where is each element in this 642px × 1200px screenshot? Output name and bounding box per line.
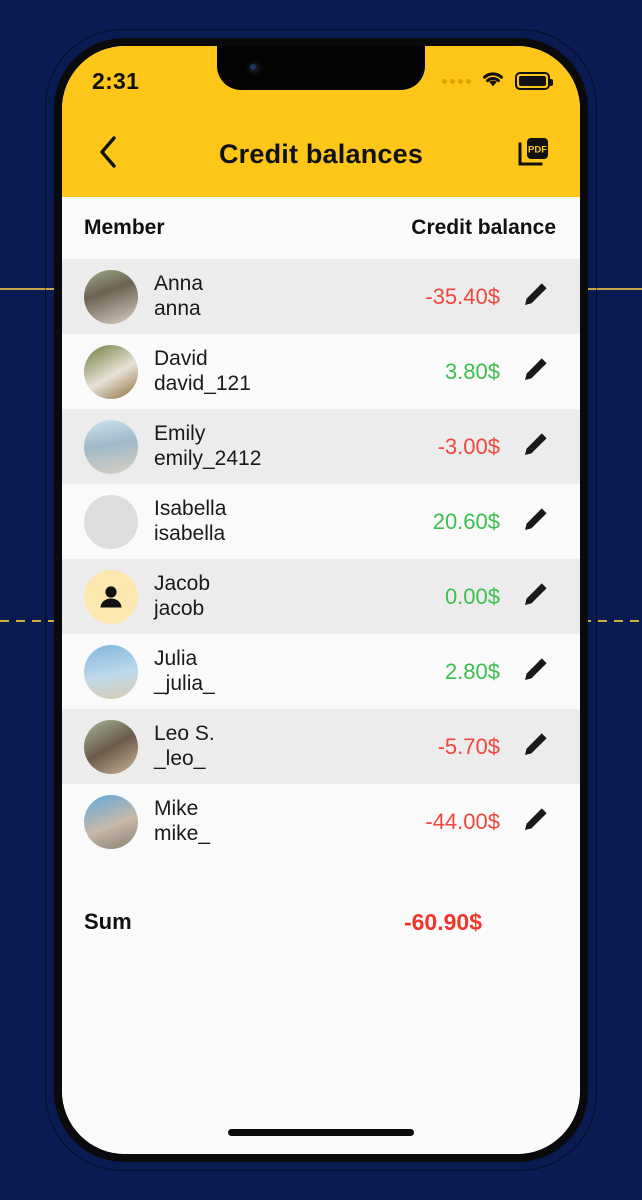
avatar <box>84 719 138 774</box>
table-row[interactable]: Jacob jacob 0.00$ <box>62 559 580 634</box>
table-row[interactable]: David david_121 3.80$ <box>62 334 580 409</box>
front-camera-icon <box>247 61 261 75</box>
member-username: _leo_ <box>154 746 206 770</box>
member-names: Anna anna <box>154 272 203 322</box>
page-title: Credit balances <box>218 139 424 169</box>
phone-screen: 2:31 Credit balances PDF Member Credit b… <box>62 46 580 1154</box>
member-username: emily_2412 <box>154 446 262 470</box>
table-row[interactable]: Julia _julia_ 2.80$ <box>62 634 580 709</box>
member-names: Isabella isabella <box>154 497 226 547</box>
sum-row: Sum -60.90$ <box>62 883 580 961</box>
member-username: anna <box>154 296 201 320</box>
status-bar-indicators <box>442 69 553 93</box>
display-notch <box>217 46 425 90</box>
credit-balance-value: -44.00$ <box>425 808 500 834</box>
avatar <box>84 269 138 324</box>
avatar <box>84 494 138 549</box>
edit-balance-button[interactable] <box>514 725 558 769</box>
member-name: Mike <box>154 796 199 820</box>
export-pdf-button[interactable]: PDF <box>512 133 556 177</box>
pencil-icon <box>522 805 550 838</box>
member-names: Julia _julia_ <box>154 647 215 697</box>
avatar <box>84 344 138 399</box>
edit-balance-button[interactable] <box>514 425 558 469</box>
pencil-icon <box>522 280 550 313</box>
credit-balance-value: 0.00$ <box>444 583 500 609</box>
table-row[interactable]: Emily emily_2412 -3.00$ <box>62 409 580 484</box>
pencil-icon <box>522 430 550 463</box>
edit-balance-button[interactable] <box>514 800 558 844</box>
credit-balance-value: -3.00$ <box>437 433 500 459</box>
credit-balance-value: -35.40$ <box>425 283 500 309</box>
member-username: _julia_ <box>154 671 215 695</box>
table-row[interactable]: Isabella isabella 20.60$ <box>62 484 580 559</box>
avatar <box>84 794 138 849</box>
member-name: Leo S. <box>154 721 215 745</box>
battery-full-icon <box>515 72 553 90</box>
credit-balance-value: -5.70$ <box>437 733 500 759</box>
member-rows: Anna anna -35.40$ David david_121 3.80$ Emily e… <box>62 259 580 859</box>
status-bar-clock: 2:31 <box>92 67 140 94</box>
sum-value: -60.90$ <box>403 908 482 935</box>
pencil-icon <box>522 655 550 688</box>
pencil-icon <box>522 355 550 388</box>
member-username: isabella <box>154 521 226 545</box>
avatar <box>84 644 138 699</box>
member-name: Jacob <box>154 571 211 595</box>
credit-balance-value: 2.80$ <box>444 658 500 684</box>
chevron-left-icon <box>97 135 119 174</box>
credit-balance-value: 3.80$ <box>444 358 500 384</box>
member-name: Emily <box>154 421 206 445</box>
member-username: david_121 <box>154 371 251 395</box>
app-bar: Credit balances PDF <box>62 112 580 197</box>
wifi-icon <box>480 69 506 93</box>
member-names: Leo S. _leo_ <box>154 722 215 772</box>
avatar-placeholder <box>84 569 138 624</box>
edit-balance-button[interactable] <box>514 650 558 694</box>
member-username: jacob <box>154 596 205 620</box>
avatar <box>84 419 138 474</box>
pdf-export-icon: PDF <box>517 135 551 174</box>
table-row[interactable]: Leo S. _leo_ -5.70$ <box>62 709 580 784</box>
edit-balance-button[interactable] <box>514 575 558 619</box>
member-names: Mike mike_ <box>154 797 210 847</box>
member-name: David <box>154 346 208 370</box>
signal-dots-icon <box>442 78 471 84</box>
member-names: Jacob jacob <box>154 572 210 622</box>
person-icon <box>100 585 122 607</box>
member-username: mike_ <box>154 821 211 845</box>
pencil-icon <box>522 580 550 613</box>
home-indicator[interactable] <box>228 1129 414 1136</box>
table-row[interactable]: Anna anna -35.40$ <box>62 259 580 334</box>
column-header-balance: Credit balance <box>411 216 556 239</box>
credit-balance-value: 20.60$ <box>432 508 500 534</box>
pencil-icon <box>522 730 550 763</box>
edit-balance-button[interactable] <box>514 275 558 319</box>
pencil-icon <box>522 505 550 538</box>
table-row[interactable]: Mike mike_ -44.00$ <box>62 784 580 859</box>
back-button[interactable] <box>86 133 130 177</box>
edit-balance-button[interactable] <box>514 350 558 394</box>
phone-frame: 2:31 Credit balances PDF Member Credit b… <box>46 30 596 1170</box>
svg-text:PDF: PDF <box>528 145 547 156</box>
edit-balance-button[interactable] <box>514 500 558 544</box>
phone-bezel: 2:31 Credit balances PDF Member Credit b… <box>54 38 588 1162</box>
credit-balances-list: Member Credit balance Anna anna -35.40$ Dav… <box>62 197 580 1154</box>
member-name: Anna <box>154 271 204 295</box>
sum-label: Sum <box>84 909 132 934</box>
column-header-member: Member <box>84 216 165 239</box>
member-names: Emily emily_2412 <box>154 422 261 472</box>
member-name: Julia <box>154 646 198 670</box>
table-column-headers: Member Credit balance <box>62 197 580 259</box>
member-names: David david_121 <box>154 347 251 397</box>
member-name: Isabella <box>154 496 227 520</box>
